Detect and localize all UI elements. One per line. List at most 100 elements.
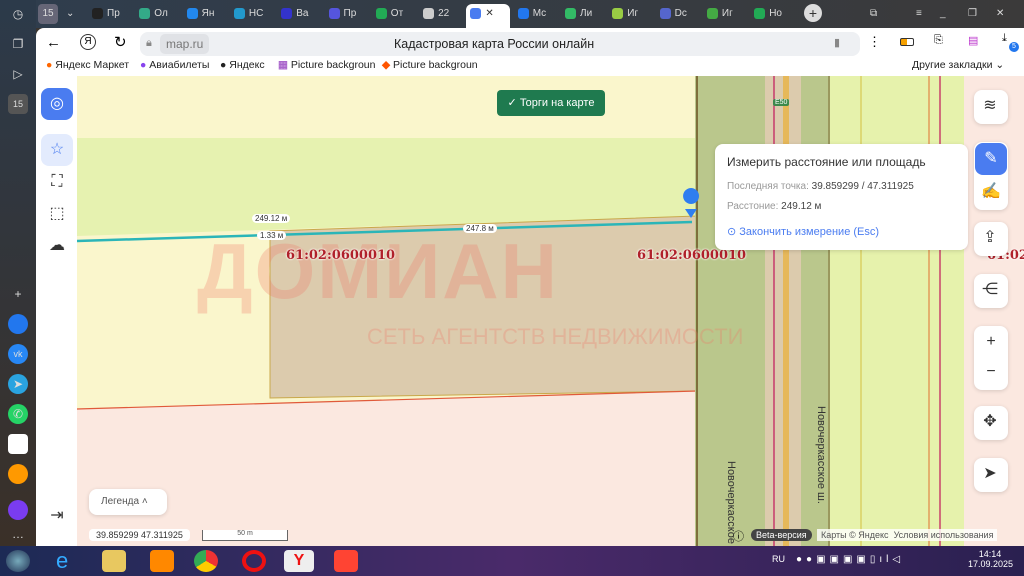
pan-button[interactable]: ✥ [974,406,1008,440]
tab-list-chevron-icon[interactable]: ⌄ [62,4,80,24]
tab-favicon-icon [565,7,576,19]
telegram-icon[interactable]: ➤ [8,374,28,394]
tab[interactable]: Ва [277,4,317,24]
bookmark-picture-1[interactable]: ▦ Picture backgroun [278,59,375,71]
tab-favicon-icon [659,7,671,19]
zoom-out-button[interactable]: − [975,356,1007,388]
tab[interactable]: От [372,4,412,24]
measure-total-label: 249.12 м [252,214,291,223]
logo-icon[interactable]: ◎ [41,88,73,120]
clock[interactable]: 14:14 17.09.2025 [968,549,1013,569]
ie-icon[interactable]: e [56,550,80,572]
tab[interactable]: Dc [656,4,696,24]
locate-button[interactable]: ➤ [974,458,1008,492]
bookmark-icon[interactable]: ▮ [834,36,840,49]
tabs-icon[interactable]: ⧉ [866,4,877,24]
collections-icon[interactable]: ❐ [8,34,28,54]
tab[interactable]: Мс [514,4,554,24]
tab-favicon-icon [233,7,245,19]
tools-group: ✎ ✍ [974,142,1008,210]
tab[interactable]: Ол [135,4,175,24]
add-icon[interactable]: + [8,284,28,304]
calendar-icon[interactable]: 15 [8,94,28,114]
bookmark-picture-2[interactable]: ◆ Picture backgroun [382,59,478,71]
start-button[interactable] [6,550,30,572]
beta-badge[interactable]: Beta-версия [751,529,812,541]
edit-icon[interactable]: ✍ [975,176,1007,208]
share-button[interactable]: ⋲ [974,274,1008,308]
close-tab-icon[interactable]: ✕ [485,8,493,19]
yandex-button[interactable]: Я [80,34,96,50]
upload-button[interactable]: ⇪ [974,222,1008,256]
tab[interactable]: Но [750,4,790,24]
close-window-button[interactable]: ✕ [992,4,1004,24]
rectangle-select-icon[interactable]: ⬚ [41,198,73,230]
history-icon[interactable]: ◷ [8,4,28,24]
menu-icon[interactable]: ≡ [912,4,922,24]
cadastral-label[interactable]: 61:02:0600010 [286,248,395,263]
minimize-button[interactable]: _ [936,4,946,24]
alice-icon[interactable] [8,500,28,520]
cloud-upload-icon: ⇪ [983,229,997,246]
downloads-icon[interactable]: ⤓ 5 [1002,32,1019,52]
area-select-icon[interactable]: ⛶ [41,166,73,198]
tab[interactable]: Ли [561,4,601,24]
terms-link[interactable]: Условия использования [894,530,994,540]
tab[interactable]: Иг [608,4,648,24]
legend-button[interactable]: Легенда ˄ [89,489,167,515]
whatsapp-icon[interactable]: ✆ [8,404,28,424]
media-player-icon[interactable] [150,550,174,572]
address-bar[interactable]: 🔒︎ map.ru Кадастровая карта России онлай… [140,32,860,56]
bookmark-avia[interactable]: ● Авиабилеты [140,59,209,71]
opera-icon[interactable] [242,550,266,572]
tab-active[interactable]: ✕ [466,4,511,28]
tab-bar: 15 ⌄ Пр Ол Ян НС Ва Пр От 22 ✕ Мс Ли Иг Dc Иг Но + ⧉ ≡… [36,0,1024,28]
battery-saver-icon[interactable] [900,38,914,46]
app-icon[interactable] [8,314,28,334]
tab[interactable]: 22 [419,4,459,24]
tab[interactable]: Ян [183,4,223,24]
ok-icon[interactable] [8,464,28,484]
extension2-icon[interactable]: ▤ [968,34,978,47]
chrome-icon[interactable] [194,550,218,572]
more-menu-icon[interactable]: ⋮ [868,34,881,50]
url-text[interactable]: map.ru [160,34,210,54]
reload-button[interactable]: ↻ [114,33,127,51]
tab[interactable]: Пр [325,4,365,24]
tab[interactable]: НС [230,4,270,24]
apps-icon[interactable] [8,434,28,454]
layers-button[interactable]: ≋ [974,90,1008,124]
ruler-icon[interactable]: ✎ [975,143,1007,175]
vk-icon[interactable]: vk [8,344,28,364]
tab-label: Dc [674,8,687,19]
finish-measure-link[interactable]: ⊙ Закончить измерение (Esc) [727,225,879,238]
video-icon[interactable]: ▷ [8,64,28,84]
map-canvas[interactable]: ДОМИАН СЕТЬ АГЕНТСТВ НЕДВИЖИМОСТИ ✓ Торг… [77,76,1024,546]
language-indicator[interactable]: RU [772,554,785,564]
cloud-icon[interactable]: ☁ [41,230,73,262]
bookmark-market[interactable]: ● Яндекс Маркет [46,59,129,71]
favorites-icon[interactable]: ☆ [41,134,73,166]
restore-button[interactable]: ❐ [964,4,977,24]
tab[interactable]: Иг [703,4,743,24]
tray-icons[interactable]: ●●▣▣▣▣▯ıl◁ [796,554,904,565]
other-bookmarks[interactable]: Другие закладки ⌄ [912,59,1004,71]
attribution-text[interactable]: Карты © Яндекс [821,530,889,540]
more-icon[interactable]: … [8,524,28,544]
new-tab-button[interactable]: + [804,4,822,22]
extension-icon[interactable]: ⎘ [934,34,943,47]
cadastral-label[interactable]: 61:02:0600010 [637,248,746,263]
auction-button[interactable]: ✓ Торги на карте [497,90,605,116]
yandex-browser-icon[interactable]: Y [284,550,314,572]
login-icon[interactable]: ⇥ [41,500,73,532]
zoom-in-button[interactable]: + [975,326,1007,358]
anydesk-icon[interactable] [334,550,358,572]
back-button[interactable]: ← [46,34,61,51]
tab[interactable]: Пр [88,4,128,24]
taskbar: e Y RU ●●▣▣▣▣▯ıl◁ 14:14 17.09.2025 [0,546,1024,576]
bookmark-yandex[interactable]: ● Яндекс [220,59,265,71]
tab-favicon-icon [754,7,766,19]
workspace-badge[interactable]: 15 [38,4,58,24]
info-icon[interactable]: ⓘ [733,528,744,544]
explorer-icon[interactable] [102,550,126,572]
